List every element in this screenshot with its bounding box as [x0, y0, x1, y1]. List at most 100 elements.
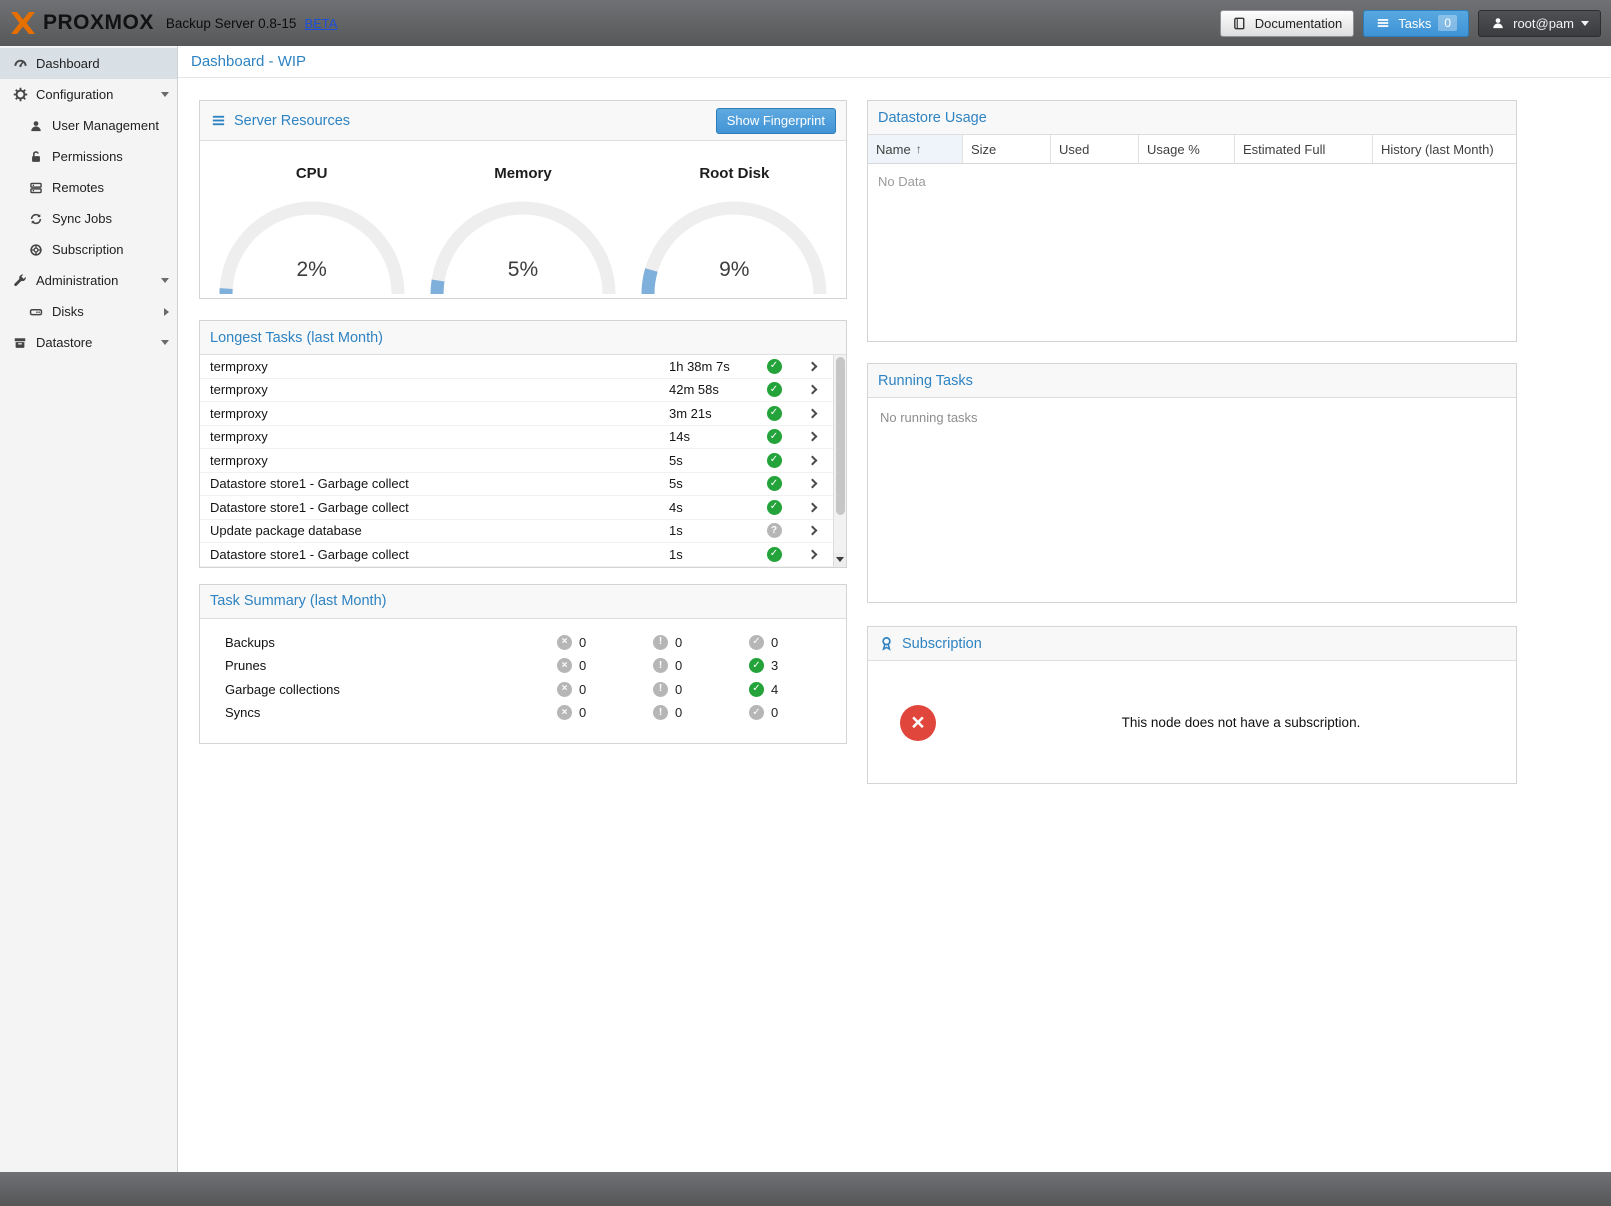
task-row[interactable]: Update package database 1s ? [200, 520, 833, 544]
sidebar-item-subscription[interactable]: Subscription [0, 234, 177, 265]
warning-count: !0 [653, 635, 749, 650]
column-label: Size [971, 142, 996, 157]
sidebar-item-dashboard[interactable]: Dashboard [0, 48, 177, 79]
open-task-icon[interactable] [807, 385, 817, 395]
tasks-button[interactable]: Tasks 0 [1363, 10, 1469, 37]
sidebar-item-permissions[interactable]: Permissions [0, 141, 177, 172]
error-count: ×0 [557, 705, 653, 720]
support-icon [28, 242, 44, 258]
open-task-icon[interactable] [807, 455, 817, 465]
open-task-icon[interactable] [807, 479, 817, 489]
datastore-icon [12, 335, 28, 351]
chevron-down-icon[interactable] [161, 278, 169, 283]
task-row[interactable]: termproxy 14s ✓ [200, 426, 833, 450]
open-task-icon[interactable] [807, 549, 817, 559]
proxmox-logo[interactable]: PROXMOX [10, 11, 154, 35]
gauge-value: 2% [217, 258, 407, 282]
sidebar-item-user-management[interactable]: User Management [0, 110, 177, 141]
longest-tasks-header: Longest Tasks (last Month) [200, 321, 846, 355]
ok-status-icon: ✓ [767, 453, 782, 468]
column-header-history-last-month-[interactable]: History (last Month) [1373, 135, 1516, 163]
warning-value: 0 [675, 705, 682, 720]
task-summary-header: Task Summary (last Month) [200, 585, 846, 619]
sync-icon [28, 211, 44, 227]
warning-value: 0 [675, 635, 682, 650]
task-row[interactable]: Datastore store1 - Garbage collect 4s ✓ [200, 496, 833, 520]
warning-value: 0 [675, 658, 682, 673]
task-row[interactable]: termproxy 3m 21s ✓ [200, 402, 833, 426]
summary-label: Backups [225, 635, 557, 650]
sidebar-item-label: Remotes [52, 180, 169, 195]
chevron-right-icon[interactable] [164, 308, 169, 316]
server-resources-icon [210, 113, 226, 129]
task-row[interactable]: termproxy 5s ✓ [200, 449, 833, 473]
warning-icon: ! [653, 658, 668, 673]
sidebar-item-sync-jobs[interactable]: Sync Jobs [0, 203, 177, 234]
sidebar-item-remotes[interactable]: Remotes [0, 172, 177, 203]
proxmox-x-icon [10, 11, 36, 35]
column-header-estimated-full[interactable]: Estimated Full [1235, 135, 1373, 163]
ok-value: 3 [771, 658, 778, 673]
task-duration: 1s [669, 523, 757, 538]
no-subscription-icon: × [900, 705, 936, 741]
sidebar-item-configuration[interactable]: Configuration [0, 79, 177, 110]
beta-link[interactable]: BETA [304, 16, 337, 31]
documentation-button[interactable]: Documentation [1220, 10, 1354, 37]
task-row[interactable]: termproxy 1h 38m 7s ✓ [200, 355, 833, 379]
gauge-root-disk: Root Disk 9% [629, 141, 840, 298]
sidebar-item-label: Permissions [52, 149, 169, 164]
gauge-label: Root Disk [699, 165, 769, 182]
error-icon: × [557, 705, 572, 720]
user-menu-button[interactable]: root@pam [1478, 10, 1601, 37]
task-duration: 1h 38m 7s [669, 359, 757, 374]
column-header-usage-[interactable]: Usage % [1139, 135, 1235, 163]
subscription-body: × This node does not have a subscription… [868, 661, 1516, 784]
unlock-icon [28, 149, 44, 165]
dashboard-content: Server Resources Show Fingerprint CPU 2%… [178, 78, 1611, 784]
sidebar-item-administration[interactable]: Administration [0, 265, 177, 296]
task-name: Datastore store1 - Garbage collect [210, 476, 669, 491]
task-row[interactable]: Datastore store1 - Garbage collect 5s ✓ [200, 473, 833, 497]
scrollbar-down-button[interactable] [834, 553, 846, 567]
scrollbar[interactable] [833, 355, 846, 567]
chevron-down-icon[interactable] [161, 92, 169, 97]
task-name: termproxy [210, 359, 669, 374]
open-task-icon[interactable] [807, 502, 817, 512]
ok-status-icon: ✓ [767, 547, 782, 562]
server-icon [28, 180, 44, 196]
datastore-usage-panel: Datastore Usage Name↑SizeUsedUsage %Esti… [867, 100, 1517, 342]
task-row[interactable]: termproxy 42m 58s ✓ [200, 379, 833, 403]
sidebar-item-disks[interactable]: Disks [0, 296, 177, 327]
column-header-used[interactable]: Used [1051, 135, 1139, 163]
gauge-label: Memory [494, 165, 552, 182]
column-header-size[interactable]: Size [963, 135, 1051, 163]
ok-status-icon: ✓ [767, 476, 782, 491]
product-version: Backup Server 0.8-15 [166, 16, 297, 31]
open-task-icon[interactable] [807, 408, 817, 418]
task-summary-title: Task Summary (last Month) [210, 593, 386, 609]
gauge-arc [217, 198, 407, 298]
open-task-icon[interactable] [807, 432, 817, 442]
show-fingerprint-button[interactable]: Show Fingerprint [716, 108, 836, 134]
scrollbar-thumb[interactable] [836, 357, 845, 515]
sidebar-item-datastore[interactable]: Datastore [0, 327, 177, 358]
page-title: Dashboard - WIP [178, 46, 1611, 78]
longest-tasks-rows: termproxy 1h 38m 7s ✓ termproxy 42m 58s … [200, 355, 833, 567]
chevron-down-icon[interactable] [161, 340, 169, 345]
warning-icon: ! [653, 705, 668, 720]
column-header-name[interactable]: Name↑ [868, 135, 963, 163]
gear-icon [12, 87, 28, 103]
user-icon [28, 118, 44, 134]
ok-count: ✓3 [749, 658, 845, 673]
ok-icon: ✓ [749, 705, 764, 720]
warning-icon: ! [653, 682, 668, 697]
sidebar-item-label: Disks [52, 304, 156, 319]
gauge-arc [428, 198, 618, 298]
open-task-icon[interactable] [807, 361, 817, 371]
open-task-icon[interactable] [807, 526, 817, 536]
gauge-cpu: CPU 2% [206, 141, 417, 298]
summary-label: Prunes [225, 658, 557, 673]
sidebar-item-label: Administration [36, 273, 153, 288]
ok-count: ✓0 [749, 705, 845, 720]
task-row[interactable]: Datastore store1 - Garbage collect 1s ✓ [200, 543, 833, 567]
